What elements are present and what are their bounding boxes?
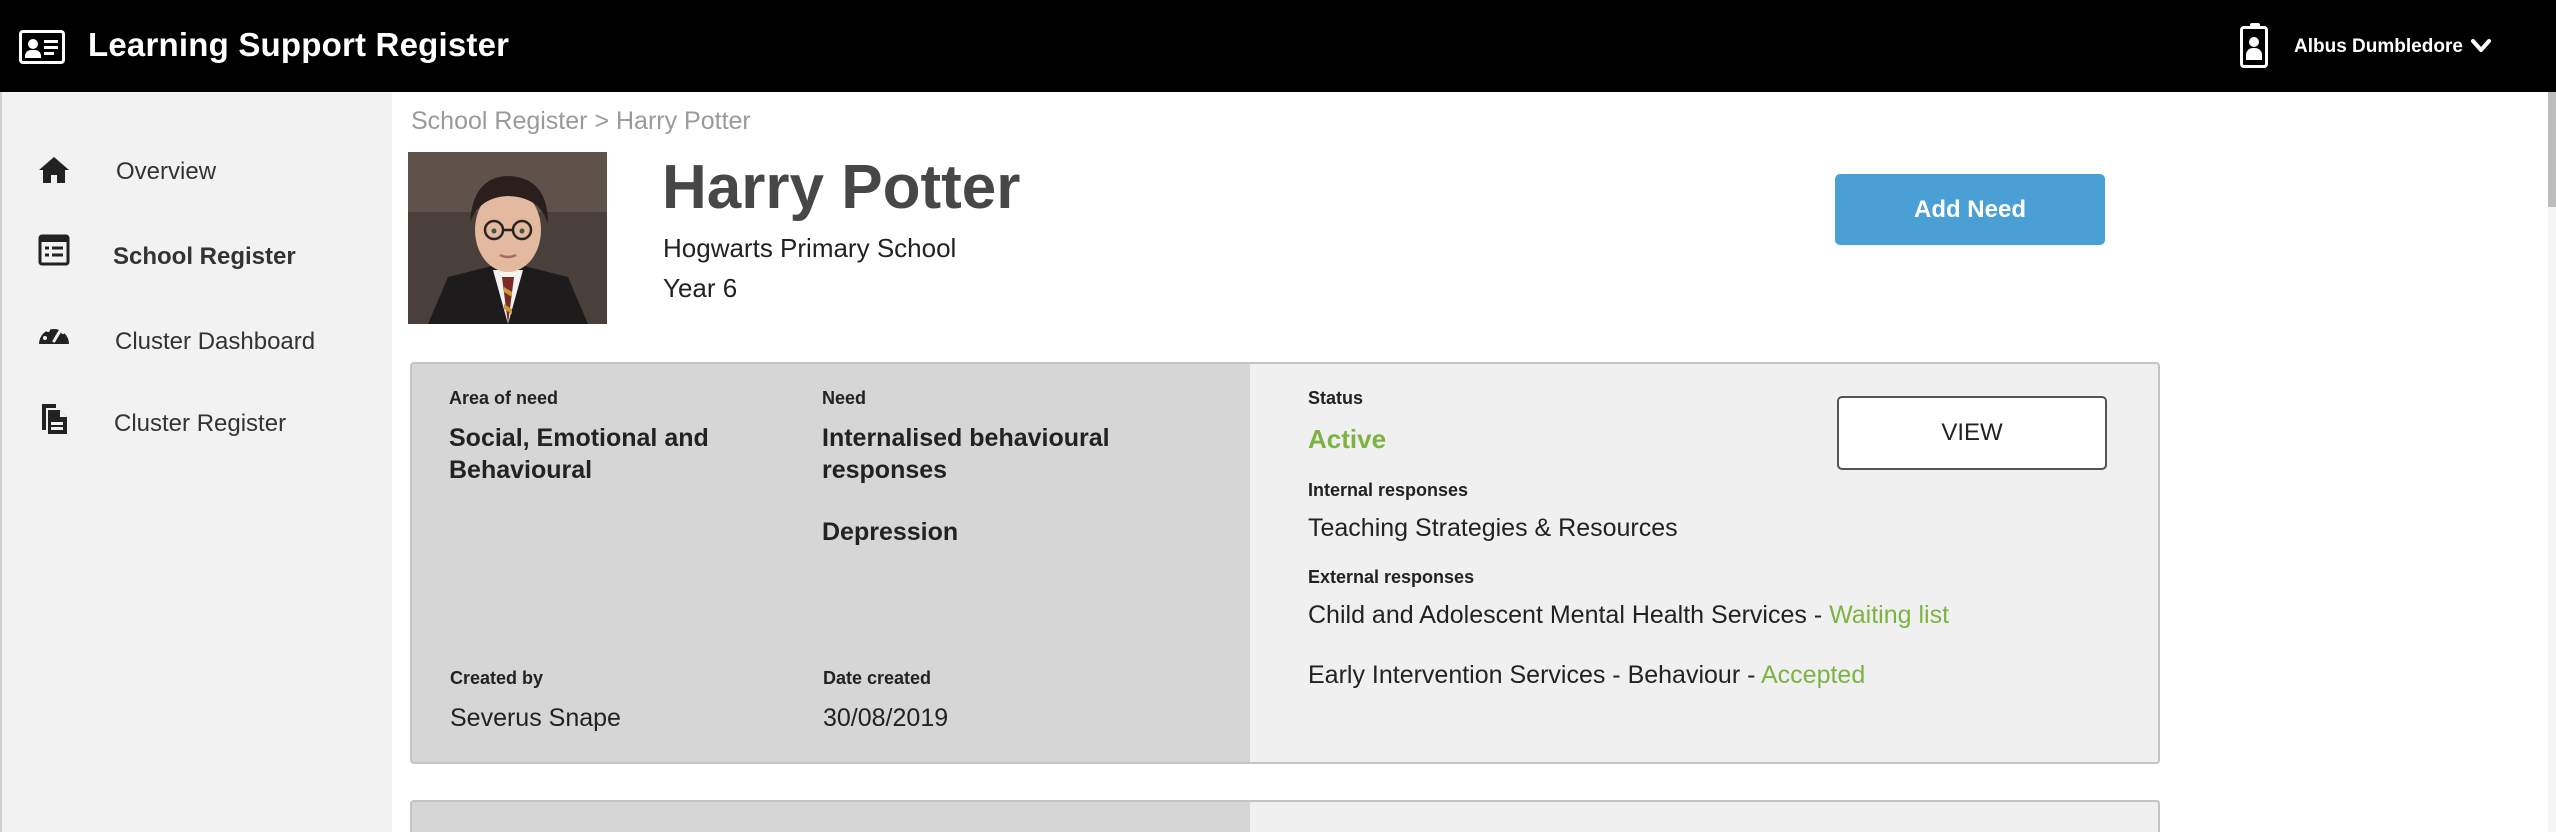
top-bar: Learning Support Register Albus Dumbledo… — [0, 0, 2556, 92]
need-value: Internalised behavioural responses — [822, 424, 1110, 484]
created-by-value: Severus Snape — [450, 704, 621, 732]
sidebar: Overview School Register Cluster Dashboa… — [0, 92, 392, 832]
need-card: Area of need Social, Emotional and Behav… — [410, 362, 2160, 764]
need-card-summary — [412, 802, 1250, 832]
created-by-label: Created by — [450, 668, 544, 688]
status-label: Status — [1308, 388, 1364, 408]
external-responses-label: External responses — [1308, 567, 1475, 587]
need-value: Depression — [822, 518, 959, 546]
need-card — [410, 800, 2160, 832]
internal-responses-label: Internal responses — [1308, 480, 1469, 500]
sidebar-item-cluster-dashboard[interactable]: Cluster Dashboard — [2, 310, 394, 370]
student-school: Hogwarts Primary School — [663, 233, 957, 263]
need-label: Need — [822, 388, 867, 408]
sidebar-item-label: School Register — [113, 243, 296, 270]
sidebar-item-cluster-register[interactable]: Cluster Register — [2, 392, 394, 452]
status-value: Active — [1308, 424, 1387, 454]
date-created-value: 30/08/2019 — [823, 704, 949, 732]
date-created-label: Date created — [823, 668, 932, 688]
external-response-item: Child and Adolescent Mental Health Servi… — [1308, 601, 1949, 630]
area-of-need-label: Area of need — [449, 388, 559, 408]
student-name: Harry Potter — [662, 153, 1021, 222]
breadcrumb-separator: > — [594, 107, 610, 135]
chevron-down-icon[interactable] — [2466, 31, 2496, 61]
app-title: Learning Support Register — [88, 26, 510, 63]
area-of-need-value: Social, Emotional and Behavioural — [449, 424, 709, 484]
external-response-status: Accepted — [1761, 661, 1866, 689]
register-icon — [38, 234, 70, 266]
add-need-button[interactable]: Add Need — [1835, 174, 2105, 245]
sidebar-item-label: Overview — [116, 158, 217, 185]
sidebar-item-label: Cluster Dashboard — [115, 328, 316, 355]
documents-icon — [42, 404, 67, 434]
breadcrumb: School Register > Harry Potter — [411, 107, 751, 136]
breadcrumb-current: Harry Potter — [616, 107, 751, 135]
external-response-status: Waiting list — [1829, 601, 1950, 629]
breadcrumb-link-school-register[interactable]: School Register — [411, 107, 587, 135]
home-icon — [39, 157, 69, 183]
external-response-separator: - — [1740, 661, 1761, 689]
external-response-service: Child and Adolescent Mental Health Servi… — [1308, 601, 1807, 629]
user-name[interactable]: Albus Dumbledore — [2294, 36, 2463, 58]
external-response-item: Early Intervention Services - Behaviour … — [1308, 661, 1865, 690]
student-photo — [408, 152, 607, 324]
external-response-service: Early Intervention Services - Behaviour — [1308, 661, 1741, 689]
student-year: Year 6 — [663, 273, 738, 303]
scrollbar-thumb[interactable] — [2548, 92, 2556, 207]
id-card-icon — [19, 30, 65, 64]
badge-icon — [2240, 23, 2268, 68]
sidebar-item-label: Cluster Register — [114, 410, 287, 437]
external-response-separator: - — [1806, 601, 1830, 629]
sidebar-item-school-register[interactable]: School Register — [2, 225, 394, 285]
sidebar-item-overview[interactable]: Overview — [2, 141, 394, 201]
internal-response-value: Teaching Strategies & Resources — [1308, 514, 1678, 542]
dashboard-gauge-icon — [39, 325, 69, 344]
view-button[interactable]: VIEW — [1837, 396, 2107, 470]
